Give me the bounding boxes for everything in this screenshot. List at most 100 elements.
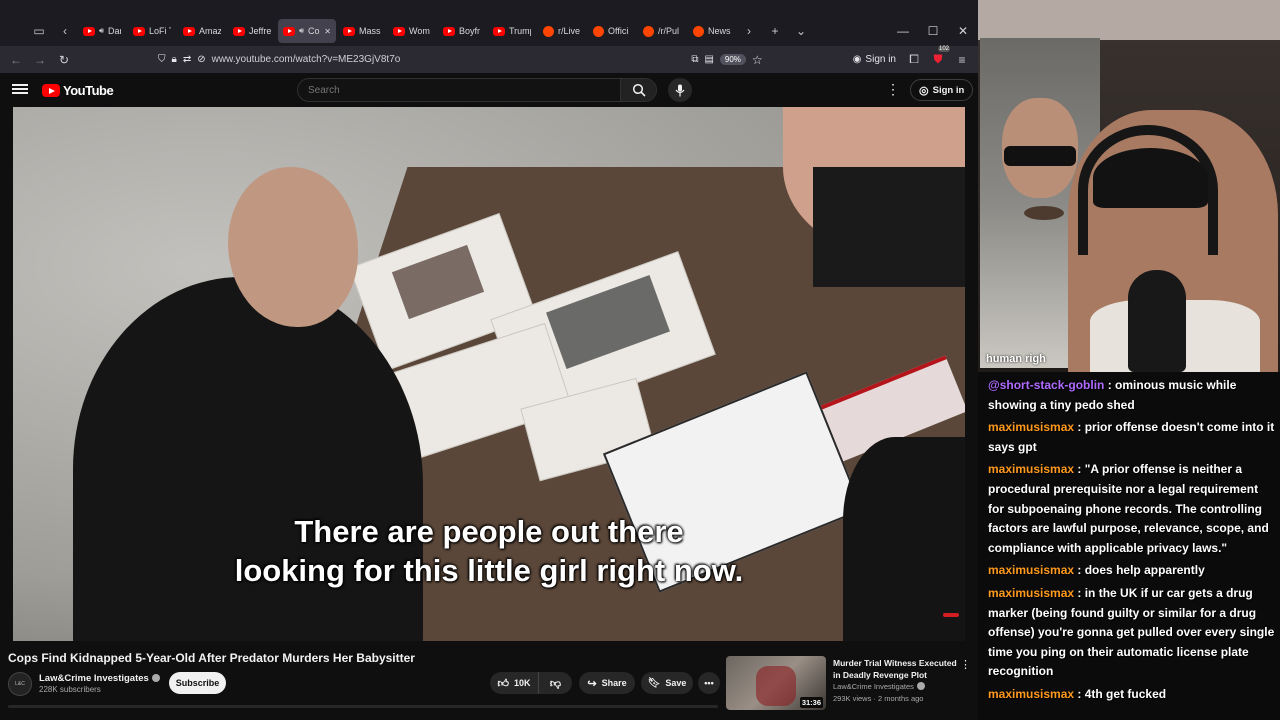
tab-list-dropdown-icon[interactable]: ⌄	[788, 18, 814, 44]
browser-tab[interactable]: 🔊︎ Dark S	[78, 19, 126, 43]
app-menu-icon[interactable]: ≡	[950, 48, 974, 72]
tab-label: News	[708, 26, 731, 36]
tab-label: LoFi T	[149, 26, 171, 36]
channel-name-container[interactable]: Law&Crime Investigates	[39, 673, 160, 684]
tab-label: Amaz	[199, 26, 221, 36]
tab-label: Dark S	[108, 26, 121, 36]
recommended-channel[interactable]: Law&Crime Investigates	[833, 682, 914, 691]
webcam-overlay-text: human righ	[986, 353, 1046, 365]
chat-username[interactable]: maximusismax	[988, 687, 1074, 701]
channel-avatar[interactable]: L&C	[8, 672, 32, 696]
browser-tab[interactable]: Offici	[588, 19, 636, 43]
chat-panel: @short-stack-goblin : ominous music whil…	[978, 372, 1280, 720]
browser-tab[interactable]: r/Live	[538, 19, 586, 43]
more-actions-button[interactable]: •••	[698, 672, 720, 694]
browser-window: ▭ ‹ 🔊︎ Dark S LoFi T Amaz Jeffre 🔊︎ Cop ✕ Massi W…	[0, 0, 978, 720]
maximize-icon[interactable]: ☐	[918, 18, 948, 44]
youtube-signin-button[interactable]: ◎ Sign in	[910, 79, 974, 101]
back-icon[interactable]: ←	[4, 48, 28, 72]
forward-icon[interactable]: →	[28, 48, 52, 72]
browser-tab[interactable]: Wom	[388, 19, 436, 43]
video-player[interactable]: There are people out there looking for t…	[13, 107, 965, 641]
recommended-menu-icon[interactable]: ⋮	[960, 658, 971, 671]
youtube-icon	[393, 26, 405, 36]
browser-tab[interactable]: Jeffre	[228, 19, 276, 43]
settings-kebab-icon[interactable]: ⋮	[886, 82, 900, 96]
recommended-title[interactable]: Murder Trial Witness Executed in Deadly …	[833, 657, 959, 681]
search-button[interactable]	[620, 79, 656, 101]
autoplay-blocked-icon[interactable]: ⊘	[197, 54, 205, 65]
audio-playing-icon[interactable]: 🔊︎	[299, 26, 304, 36]
user-circle-icon: ◎	[919, 84, 929, 97]
tab-label: Offici	[608, 26, 629, 36]
url-text[interactable]: www.youtube.com/watch?v=ME23GjV8t7o	[212, 54, 401, 65]
chat-username[interactable]: @short-stack-goblin	[988, 378, 1104, 392]
minimize-icon[interactable]: —	[888, 18, 918, 44]
ublock-shield-icon: ⛊	[933, 52, 943, 66]
browser-tab[interactable]: Boyfr	[438, 19, 486, 43]
more-horizontal-icon: •••	[704, 678, 714, 688]
tab-label: Trump	[509, 26, 531, 36]
verified-icon	[916, 682, 925, 690]
permissions-icon[interactable]: ⇄	[183, 54, 191, 65]
recommended-channel-container[interactable]: Law&Crime Investigates	[833, 682, 925, 691]
zoom-level[interactable]: 90%	[719, 54, 746, 65]
chat-message: maximusismax : prior offense doesn't com…	[988, 418, 1276, 457]
bookmark-icon: 🔖︎	[647, 677, 661, 689]
voice-search-button[interactable]	[668, 78, 692, 102]
thumbs-up-icon: 👍︎	[497, 677, 509, 690]
browser-tab[interactable]: /r/Pul	[638, 19, 686, 43]
picture-in-picture-icon[interactable]: ⧉	[691, 54, 698, 65]
subscribe-button[interactable]: Subscribe	[169, 672, 226, 694]
scroll-tabs-left-icon[interactable]: ‹	[52, 18, 78, 44]
browser-tab[interactable]: Trump	[488, 19, 536, 43]
audio-playing-icon[interactable]: 🔊︎	[99, 26, 104, 36]
chat-username[interactable]: maximusismax	[988, 420, 1074, 434]
extensions-icon[interactable]: ⧠	[902, 48, 926, 72]
shield-icon[interactable]: ⛉	[158, 54, 166, 65]
address-bar[interactable]: ⛉ 🔒︎ ⇄ ⊘ www.youtube.com/watch?v=ME23GjV…	[76, 49, 847, 71]
recommended-meta: 293K views · 2 months ago	[833, 694, 924, 703]
close-tab-icon[interactable]: ✕	[324, 27, 331, 36]
chat-username[interactable]: maximusismax	[988, 586, 1074, 600]
youtube-logo-text: YouTube	[63, 83, 114, 98]
channel-name[interactable]: Law&Crime Investigates	[39, 673, 149, 684]
close-window-icon[interactable]: ✕	[948, 18, 978, 44]
tab-label: Massi	[359, 26, 381, 36]
hamburger-menu-icon[interactable]	[12, 82, 28, 98]
video-watermark-icon	[943, 613, 959, 617]
video-frame-officer	[813, 167, 965, 287]
share-arrow-icon: ↪	[587, 677, 597, 690]
ublock-icon[interactable]: ⛊ 102	[926, 45, 951, 72]
youtube-logo[interactable]: YouTube	[42, 83, 114, 98]
account-button[interactable]: ◉ Sign in	[847, 54, 902, 65]
chat-username[interactable]: maximusismax	[988, 462, 1074, 476]
reader-view-icon[interactable]: ▤	[704, 54, 713, 65]
search-input[interactable]	[298, 79, 620, 101]
like-button[interactable]: 👍︎ 10K	[490, 672, 538, 694]
browser-tab[interactable]: Amaz	[178, 19, 226, 43]
caption-line-1: There are people out there	[294, 514, 684, 549]
youtube-icon	[343, 26, 355, 36]
scroll-tabs-right-icon[interactable]: ›	[736, 18, 762, 44]
browser-tab[interactable]: 🔊︎ Cop ✕	[278, 19, 336, 43]
tab-label: Jeffre	[249, 26, 271, 36]
tab-label: Wom	[409, 26, 430, 36]
bookmark-star-icon[interactable]: ☆	[752, 53, 763, 67]
reload-icon[interactable]: ↻	[52, 48, 76, 72]
save-button[interactable]: 🔖︎ Save	[641, 672, 693, 694]
browser-tab[interactable]: LoFi T	[128, 19, 176, 43]
tab-label: Boyfr	[459, 26, 481, 36]
recommended-video[interactable]: 31:36 Murder Trial Witness Executed in D…	[726, 656, 976, 712]
browser-tab[interactable]: News	[688, 19, 736, 43]
lock-icon[interactable]: 🔒︎	[172, 54, 177, 65]
browser-tab[interactable]: Massi	[338, 19, 386, 43]
tab-overview-icon[interactable]: ▭	[26, 18, 52, 44]
chat-message: maximusismax : 4th get fucked	[988, 685, 1276, 705]
dislike-button[interactable]: 👎︎	[538, 672, 572, 694]
share-button[interactable]: ↪ Share	[579, 672, 635, 694]
chat-username[interactable]: maximusismax	[988, 563, 1074, 577]
youtube-header: YouTube ⋮ ◎ Sign in	[0, 73, 978, 107]
recommended-thumbnail[interactable]: 31:36	[726, 656, 826, 710]
new-tab-icon[interactable]: +	[762, 18, 788, 44]
